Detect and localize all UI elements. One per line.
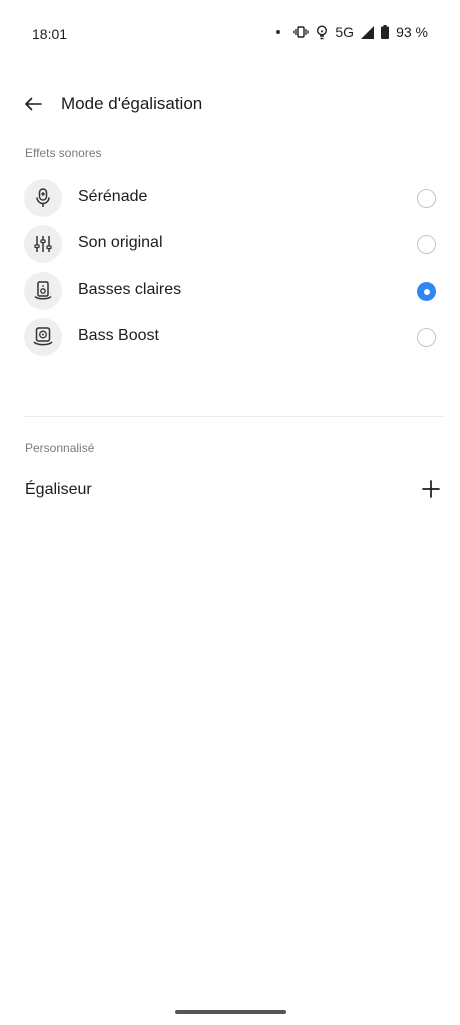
equalizer-row[interactable]: Égaliseur [0,470,460,510]
radio-bass-boost[interactable] [417,328,436,347]
status-icons: 5G 93 % [276,24,428,40]
subwoofer-icon [24,318,62,356]
plus-icon [422,480,440,498]
battery-level: 93 % [396,24,428,40]
status-time: 18:01 [32,26,68,42]
option-label: Bass Boost [78,327,159,344]
battery-icon [381,25,390,39]
vibrate-icon [293,26,310,38]
equalizer-label: Égaliseur [25,481,92,498]
radio-son-original[interactable] [417,235,436,254]
microphone-icon [24,179,62,217]
radio-serenade[interactable] [417,189,436,208]
option-label: Son original [78,234,163,251]
option-son-original[interactable]: Son original [0,222,460,266]
speaker-icon [24,272,62,310]
option-bass-boost[interactable]: Bass Boost [0,315,460,359]
option-basses-claires[interactable]: Basses claires [0,269,460,313]
section-divider [24,416,444,417]
section-label-custom: Personnalisé [25,441,95,455]
sliders-icon [24,225,62,263]
page-title: Mode d'égalisation [61,94,203,113]
arrow-left-icon [25,97,42,111]
radio-basses-claires[interactable] [417,282,436,301]
back-button[interactable] [18,90,48,118]
signal-icon [361,25,375,39]
option-label: Basses claires [78,281,182,298]
app-header: Mode d'égalisation [0,84,460,124]
bulb-icon [316,24,328,40]
section-label-sound-effects: Effets sonores [25,146,102,160]
notification-dot-icon [276,30,281,34]
status-bar: 18:01 5G 93 % [0,0,460,68]
add-equalizer-button[interactable] [418,476,444,502]
home-indicator[interactable] [175,1010,286,1014]
option-serenade[interactable]: Sérénade [0,176,460,220]
network-type: 5G [335,24,355,40]
option-label: Sérénade [78,188,148,205]
